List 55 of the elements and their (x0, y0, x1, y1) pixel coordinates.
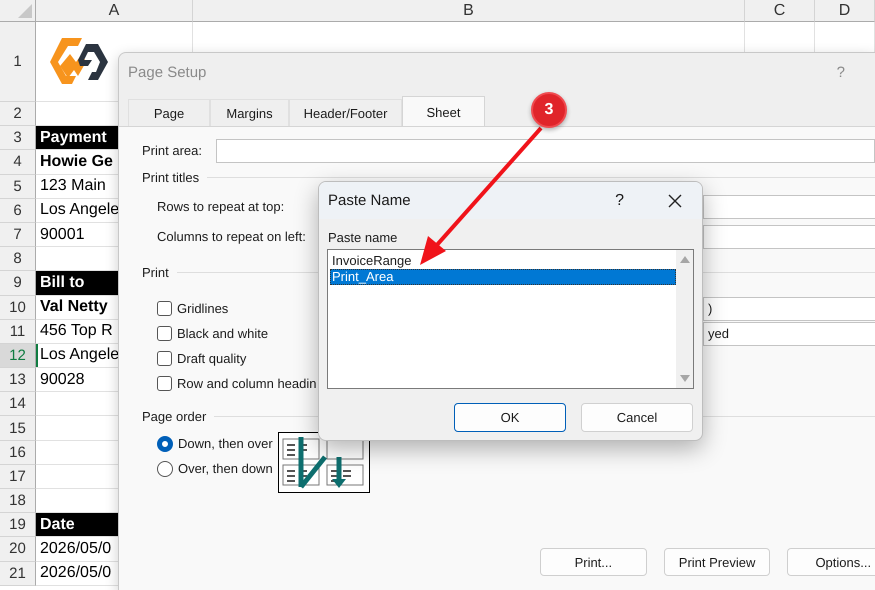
radio-button[interactable] (157, 436, 173, 452)
row-header[interactable]: 7 (0, 222, 36, 248)
row-header[interactable]: 13 (0, 368, 36, 392)
tab[interactable]: Sheet (402, 96, 485, 127)
dialog-title: Paste Name (328, 192, 411, 209)
checkbox[interactable] (157, 301, 172, 316)
list-label: Paste name (328, 230, 398, 244)
close-icon[interactable] (668, 194, 682, 208)
radio-label: Down, then over (178, 436, 273, 451)
row-header[interactable]: 8 (0, 247, 36, 272)
row-header[interactable]: 6 (0, 198, 36, 223)
dialog-button[interactable]: Print... (540, 548, 647, 576)
tab[interactable]: Page (128, 99, 210, 127)
input-field[interactable] (703, 194, 875, 218)
dialog-button[interactable]: Options... (787, 548, 875, 576)
help-button[interactable]: ? (615, 192, 624, 210)
row-header[interactable]: 16 (0, 440, 36, 465)
row-header[interactable]: 4 (0, 150, 36, 175)
row-header[interactable]: 3 (0, 126, 36, 150)
row-header[interactable]: 10 (0, 296, 36, 320)
section-label: Page order (142, 408, 206, 424)
row-header[interactable]: 21 (0, 562, 36, 586)
input-field[interactable] (216, 138, 875, 162)
tab[interactable]: Margins (210, 99, 289, 127)
dialog-title: Page Setup (128, 64, 206, 80)
column-header[interactable]: D (815, 0, 875, 22)
row-header[interactable]: 20 (0, 537, 36, 562)
dialog-button[interactable]: Cancel (581, 403, 693, 432)
row-header[interactable]: 1 (0, 22, 36, 102)
row-header[interactable]: 18 (0, 489, 36, 514)
column-header[interactable]: A (36, 0, 193, 22)
row-header[interactable]: 19 (0, 513, 36, 538)
list-item[interactable]: Print_Area (330, 269, 676, 285)
input-field[interactable] (703, 224, 875, 248)
checkbox[interactable] (157, 326, 172, 341)
dialog-button[interactable]: OK (454, 403, 566, 432)
row-header[interactable]: 14 (0, 392, 36, 416)
radio-label: Over, then down (178, 461, 273, 476)
dropdown-field[interactable]: ) (703, 296, 875, 320)
dropdown-field[interactable]: yed (703, 322, 875, 346)
row-header[interactable]: 9 (0, 271, 36, 296)
tab[interactable]: Header/Footer (289, 99, 402, 127)
list-item[interactable]: InvoiceRange (330, 253, 676, 269)
checkbox[interactable] (157, 376, 172, 391)
column-header[interactable]: C (745, 0, 815, 22)
row-header[interactable]: 17 (0, 464, 36, 489)
row-header[interactable]: 2 (0, 102, 36, 126)
row-header[interactable]: 5 (0, 174, 36, 199)
checkbox[interactable] (157, 351, 172, 366)
radio-button[interactable] (157, 460, 173, 476)
row-header[interactable]: 15 (0, 416, 36, 441)
row-header[interactable]: 11 (0, 320, 36, 344)
row-header[interactable]: 12 (0, 344, 36, 368)
dialog-button[interactable]: Print Preview (664, 548, 770, 576)
column-header[interactable]: B (193, 0, 745, 22)
